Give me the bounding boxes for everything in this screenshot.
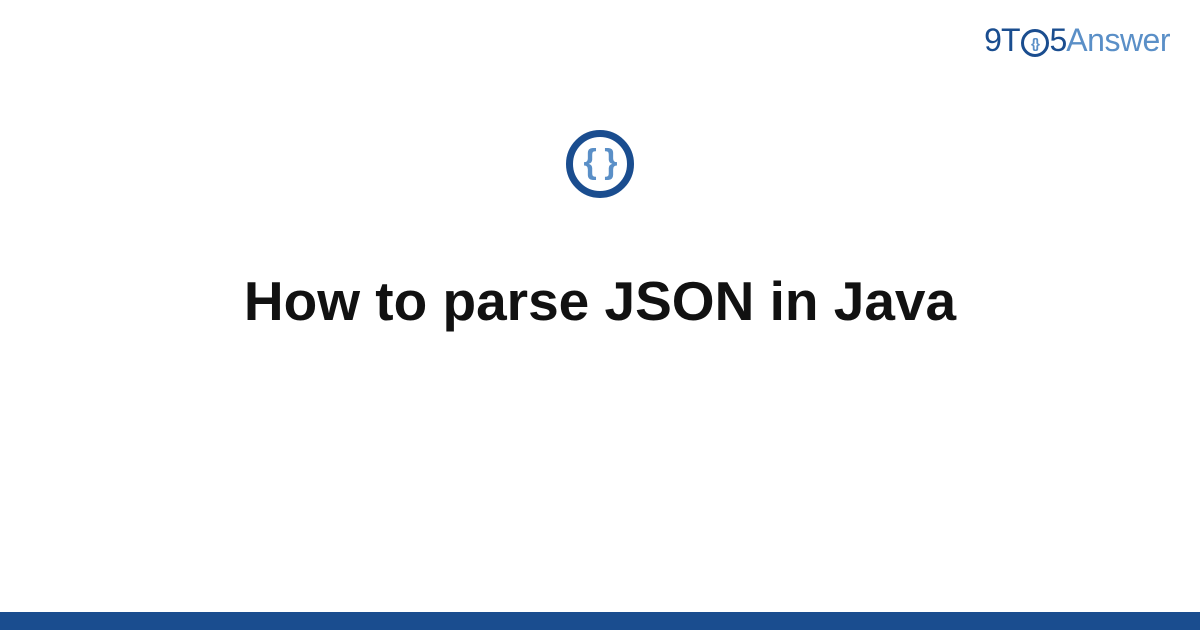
- json-braces-icon: { }: [584, 145, 617, 179]
- main-content: { } How to parse JSON in Java: [0, 0, 1200, 630]
- category-json-icon: { }: [566, 130, 634, 198]
- page-title: How to parse JSON in Java: [244, 268, 956, 334]
- footer-accent-bar: [0, 612, 1200, 630]
